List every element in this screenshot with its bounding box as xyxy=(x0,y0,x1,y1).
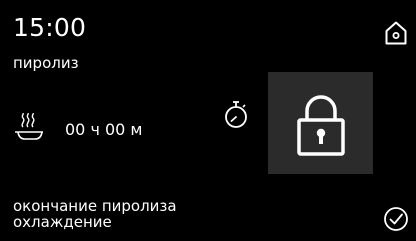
clock-display: 15:00 xyxy=(13,13,87,42)
timer-button[interactable] xyxy=(222,100,250,130)
padlock-icon xyxy=(297,95,345,156)
duration-value: 00 ч 00 м xyxy=(65,120,143,139)
status-line-2: охлаждение xyxy=(13,213,112,231)
status-line-1: окончание пиролиза xyxy=(13,197,177,215)
status-message: окончание пиролиза охлаждение xyxy=(13,198,177,230)
hot-dish-icon xyxy=(15,113,43,140)
home-button[interactable] xyxy=(384,20,408,46)
program-mode-label: пиролиз xyxy=(13,54,79,72)
heating-indicator xyxy=(13,113,49,143)
confirm-button[interactable] xyxy=(383,206,409,232)
home-icon xyxy=(385,21,407,45)
door-lock-panel[interactable] xyxy=(268,72,373,174)
stopwatch-icon xyxy=(225,101,247,128)
checkmark-circle-icon xyxy=(384,207,408,231)
